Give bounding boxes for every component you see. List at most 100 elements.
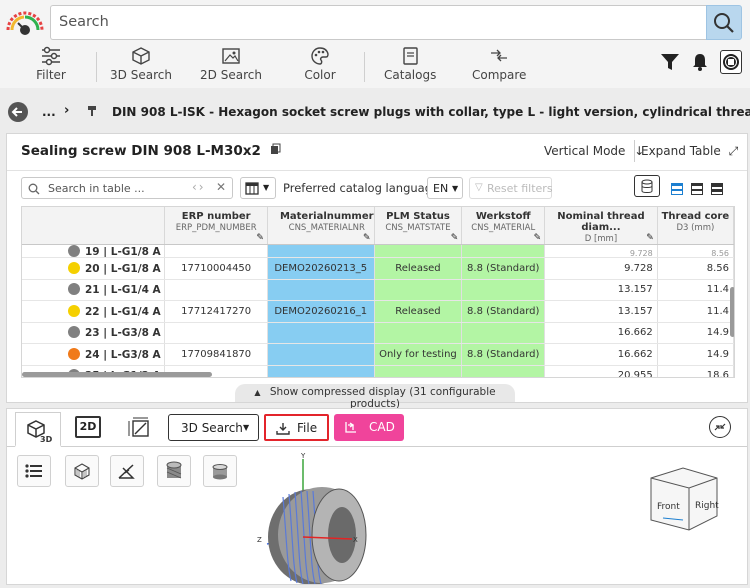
- cell-plm[interactable]: [374, 365, 463, 377]
- column-header[interactable]: PLM Status CNS_MATSTATE ✎: [374, 207, 463, 245]
- section-view-button[interactable]: [110, 455, 144, 487]
- edit-pencil-icon[interactable]: ✎: [534, 233, 542, 243]
- language-select[interactable]: EN ▼: [427, 177, 463, 199]
- cell-d[interactable]: 9.728: [544, 257, 658, 280]
- column-header[interactable]: Materialnummer CNS_MATERIALNR ✎: [267, 207, 375, 245]
- edit-pencil-icon[interactable]: ✎: [646, 233, 654, 243]
- row-name-cell[interactable]: 23 | L-G3/8 A: [22, 322, 166, 344]
- cell-d[interactable]: 9.728: [544, 244, 658, 258]
- dense-view-icon[interactable]: [711, 183, 724, 195]
- cad-download-button[interactable]: CAD: [334, 414, 404, 441]
- wireframe-view-button[interactable]: [65, 455, 99, 487]
- cell-mat[interactable]: [267, 279, 375, 301]
- file-download-button[interactable]: File: [264, 414, 329, 441]
- cell-d[interactable]: 13.157: [544, 279, 658, 301]
- cell-werk[interactable]: [461, 279, 546, 301]
- cell-werk[interactable]: [461, 244, 546, 258]
- cell-mat[interactable]: [267, 343, 375, 366]
- cell-mat[interactable]: DEMO20260213_5: [267, 257, 375, 280]
- cell-erp[interactable]: 17709841870: [164, 343, 268, 366]
- search-input[interactable]: Search: [50, 5, 706, 40]
- cell-erp[interactable]: 17710004450: [164, 257, 268, 280]
- cell-d[interactable]: 20.955: [544, 365, 658, 377]
- tab-3d[interactable]: 3D: [15, 412, 61, 447]
- filter-tool[interactable]: Filter: [30, 44, 72, 88]
- clear-icon[interactable]: ✕: [216, 180, 226, 194]
- cell-erp[interactable]: 17712417270: [164, 300, 268, 323]
- prev-next-arrows-icon[interactable]: ‹›: [192, 180, 206, 194]
- copy-icon[interactable]: [270, 143, 281, 159]
- cell-werk[interactable]: [461, 365, 546, 377]
- list-view-icon[interactable]: [671, 183, 683, 195]
- search-3d-tool[interactable]: 3D Search: [110, 44, 172, 88]
- row-name-cell[interactable]: 22 | L-G1/4 A: [22, 300, 166, 323]
- tab-2d[interactable]: 2D: [75, 416, 101, 438]
- table-row[interactable]: 19 | L-G1/8 A 9.728 8.56: [22, 244, 734, 258]
- vertical-scrollbar[interactable]: [730, 287, 734, 337]
- cell-d[interactable]: 13.157: [544, 300, 658, 323]
- notifications-button[interactable]: [690, 52, 710, 76]
- cell-erp[interactable]: [164, 244, 268, 258]
- expand-table-button[interactable]: Expand Table ⤢: [641, 144, 738, 159]
- cell-mat[interactable]: [267, 322, 375, 344]
- catalogs-tool[interactable]: Catalogs: [384, 44, 436, 88]
- column-header[interactable]: Nominal thread diam... D [mm] ✎: [544, 207, 658, 245]
- reset-filters-button[interactable]: ▽ Reset filters: [469, 177, 553, 199]
- cube-front-label[interactable]: Front: [657, 502, 680, 512]
- column-header[interactable]: ERP number ERP_PDM_NUMBER ✎: [164, 207, 268, 245]
- edit-pencil-icon[interactable]: ✎: [363, 233, 371, 243]
- cell-d3[interactable]: 11.4: [657, 279, 734, 301]
- vertical-mode-button[interactable]: Vertical Mode ↓: [544, 144, 644, 158]
- column-header[interactable]: [22, 207, 166, 245]
- search-mode-select[interactable]: 3D Search ▼: [168, 414, 259, 441]
- cell-plm[interactable]: Only for testing: [374, 343, 463, 366]
- cell-mat[interactable]: [267, 365, 375, 377]
- row-name-cell[interactable]: 20 | L-G1/8 A: [22, 257, 166, 280]
- cell-plm[interactable]: Released: [374, 257, 463, 280]
- measure-tab[interactable]: [127, 417, 151, 443]
- cell-mat[interactable]: [267, 244, 375, 258]
- cell-erp[interactable]: [164, 322, 268, 344]
- search-2d-tool[interactable]: 2D Search: [200, 44, 262, 88]
- compact-view-icon[interactable]: [691, 183, 704, 195]
- show-compressed-display-button[interactable]: ▲ Show compressed display (31 configurab…: [235, 384, 515, 410]
- column-header[interactable]: Werkstoff CNS_MATERIAL ✎: [461, 207, 546, 245]
- cell-d3[interactable]: 8.56: [657, 257, 734, 280]
- cell-d3[interactable]: 8.56: [657, 244, 734, 258]
- cell-d3[interactable]: 14.9: [657, 322, 734, 344]
- cell-plm[interactable]: [374, 322, 463, 344]
- list-view-button[interactable]: [17, 455, 51, 487]
- cell-werk[interactable]: [461, 322, 546, 344]
- navigation-cube[interactable]: Front Right: [643, 464, 723, 538]
- cell-werk[interactable]: 8.8 (Standard): [461, 343, 546, 366]
- cell-d3[interactable]: 18.6: [657, 365, 734, 377]
- app-logo-gauge-icon[interactable]: [4, 6, 46, 38]
- color-tool[interactable]: Color: [300, 44, 340, 88]
- cube-right-label[interactable]: Right: [695, 501, 719, 511]
- cell-werk[interactable]: 8.8 (Standard): [461, 300, 546, 323]
- breadcrumb-ellipsis[interactable]: ...: [42, 105, 56, 119]
- row-name-cell[interactable]: 24 | L-G3/8 A: [22, 343, 166, 366]
- cell-plm[interactable]: Released: [374, 300, 463, 323]
- cell-d[interactable]: 16.662: [544, 322, 658, 344]
- column-header[interactable]: Thread core D3 (mm): [657, 207, 734, 245]
- model-3d-view[interactable]: Y Z X: [247, 449, 387, 588]
- cell-plm[interactable]: [374, 279, 463, 301]
- cell-mat[interactable]: DEMO20260216_1: [267, 300, 375, 323]
- cylinder-view-button[interactable]: [203, 455, 237, 487]
- cell-d3[interactable]: 14.9: [657, 343, 734, 366]
- edit-pencil-icon[interactable]: ✎: [451, 233, 459, 243]
- shaded-view-button[interactable]: [157, 455, 191, 487]
- search-button[interactable]: [706, 5, 742, 40]
- column-chooser-button[interactable]: ▼: [240, 177, 276, 199]
- cell-d3[interactable]: 11.4: [657, 300, 734, 323]
- cell-d[interactable]: 16.662: [544, 343, 658, 366]
- cell-plm[interactable]: [374, 244, 463, 258]
- edit-pencil-icon[interactable]: ✎: [256, 233, 264, 243]
- viewer-settings-button[interactable]: [709, 416, 731, 438]
- view-mode-toggle[interactable]: [671, 180, 724, 199]
- cell-werk[interactable]: 8.8 (Standard): [461, 257, 546, 280]
- table-row[interactable]: 22 | L-G1/4 A 17712417270 DEMO20260216_1 Re…: [22, 300, 734, 323]
- row-name-cell[interactable]: 19 | L-G1/8 A: [22, 244, 166, 258]
- cell-erp[interactable]: [164, 279, 268, 301]
